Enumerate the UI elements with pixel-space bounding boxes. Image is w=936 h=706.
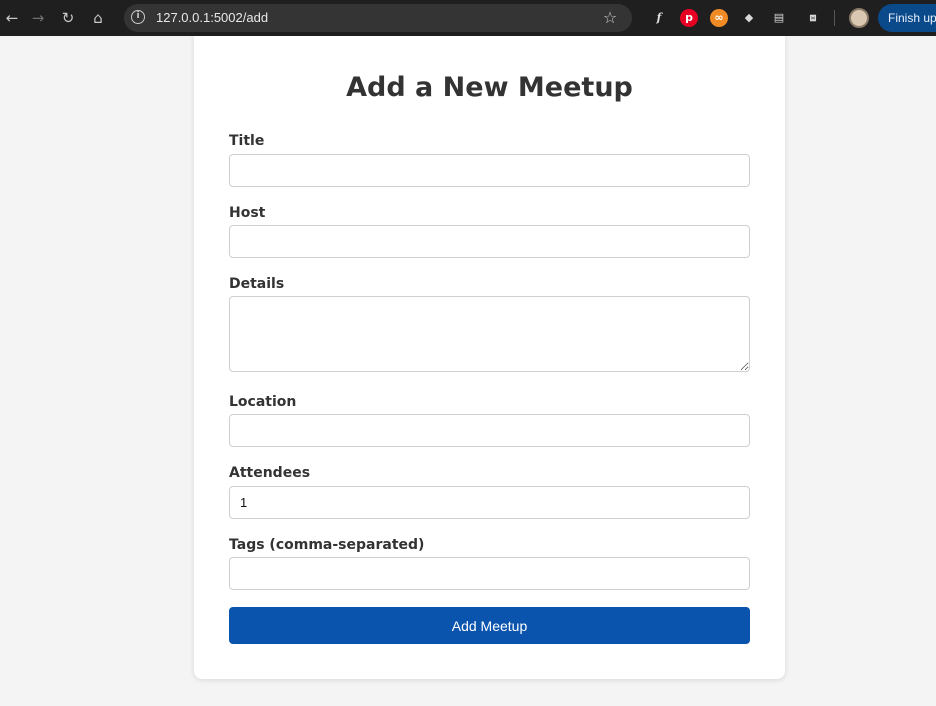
host-input[interactable] <box>229 225 750 258</box>
tags-input[interactable] <box>229 557 750 590</box>
title-input[interactable] <box>229 154 750 187</box>
bookmark-star-icon[interactable]: ☆ <box>600 8 620 28</box>
font-extension-icon[interactable]: f <box>650 9 668 27</box>
details-textarea[interactable] <box>229 296 750 372</box>
add-meetup-button[interactable]: Add Meetup <box>229 607 750 644</box>
tags-label: Tags (comma-separated) <box>229 537 425 553</box>
location-input[interactable] <box>229 414 750 447</box>
reload-icon[interactable]: ↻ <box>58 8 78 28</box>
browser-toolbar: ← → ↻ ⌂ i 127.0.0.1:5002/add ☆ f p ∞ ◆ ▤… <box>0 0 936 36</box>
host-label: Host <box>229 205 266 221</box>
site-info-icon[interactable]: i <box>131 10 145 24</box>
infinity-extension-icon[interactable]: ∞ <box>710 9 728 27</box>
screen-extension-icon[interactable]: ▤ <box>770 9 788 27</box>
forward-arrow-icon[interactable]: → <box>28 8 48 28</box>
home-icon[interactable]: ⌂ <box>88 8 108 28</box>
profile-avatar[interactable] <box>849 8 869 28</box>
finish-up-button[interactable]: Finish up <box>878 4 936 32</box>
location-label: Location <box>229 394 297 410</box>
back-arrow-icon[interactable]: ← <box>2 8 22 28</box>
details-label: Details <box>229 276 285 292</box>
page-title: Add a New Meetup <box>346 72 633 103</box>
pinterest-extension-icon[interactable]: p <box>680 9 698 27</box>
address-bar[interactable]: i 127.0.0.1:5002/add ☆ <box>124 4 632 32</box>
attendees-label: Attendees <box>229 465 311 481</box>
title-label: Title <box>229 133 265 149</box>
extensions-puzzle-icon[interactable]: ⧈ <box>804 9 822 27</box>
toolbar-divider <box>834 10 835 26</box>
meetup-form-card: Add a New Meetup Title Host Details Loca… <box>194 36 785 679</box>
tag-extension-icon[interactable]: ◆ <box>740 9 758 27</box>
attendees-input[interactable] <box>229 486 750 519</box>
address-url[interactable]: 127.0.0.1:5002/add <box>156 4 268 32</box>
